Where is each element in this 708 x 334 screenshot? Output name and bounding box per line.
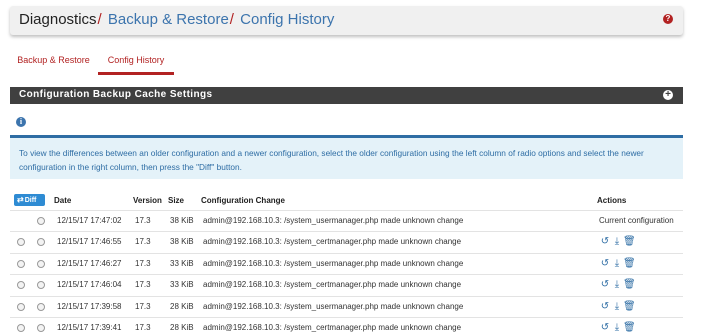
table-row: 12/15/17 17:47:02 17.3 38 KiB admin@192.…: [10, 210, 683, 231]
breadcrumb-separator: /: [229, 11, 234, 28]
tab-config-history[interactable]: Config History: [98, 47, 174, 75]
plus-circle-icon[interactable]: +: [663, 90, 673, 100]
trash-icon[interactable]: 🗑: [623, 258, 636, 269]
column-header-actions: Actions: [597, 196, 627, 205]
row-date: 12/15/17 17:47:02: [57, 216, 122, 225]
row-actions: ↺ ⤓ 🗑: [599, 236, 636, 247]
newer-config-radio[interactable]: [37, 238, 45, 247]
table-row: 12/15/17 17:39:58 17.3 28 KiB admin@192.…: [10, 295, 683, 317]
tab-bar: Backup & Restore Config History: [10, 47, 683, 75]
current-configuration-label: Current configuration: [599, 216, 674, 225]
exchange-icon: ⇄: [17, 195, 24, 204]
newer-config-radio[interactable]: [37, 302, 45, 311]
table-row: 12/15/17 17:39:41 17.3 28 KiB admin@192.…: [10, 316, 683, 334]
info-text: To view the differences between an older…: [19, 148, 644, 172]
column-header-version: Version: [133, 196, 162, 205]
table-row: 12/15/17 17:46:55 17.3 38 KiB admin@192.…: [10, 231, 683, 252]
row-date: 12/15/17 17:39:41: [57, 322, 122, 332]
row-change: admin@192.168.10.3: /system_certmanager.…: [203, 322, 462, 332]
revert-icon[interactable]: ↺: [599, 258, 611, 269]
row-version: 17.3: [135, 237, 151, 247]
info-circle-icon[interactable]: i: [16, 117, 26, 127]
revert-icon[interactable]: ↺: [599, 236, 611, 247]
newer-config-radio[interactable]: [37, 259, 45, 268]
table-row: 12/15/17 17:46:04 17.3 33 KiB admin@192.…: [10, 274, 683, 295]
newer-config-radio[interactable]: [37, 281, 45, 290]
revert-icon[interactable]: ↺: [599, 279, 611, 290]
breadcrumb-backup-restore[interactable]: Backup & Restore: [108, 11, 229, 28]
breadcrumb: Diagnostics/ Backup & Restore/ Config Hi…: [19, 11, 334, 28]
newer-config-radio[interactable]: [37, 323, 45, 332]
trash-icon[interactable]: 🗑: [623, 301, 636, 312]
revert-icon[interactable]: ↺: [599, 322, 611, 333]
trash-icon[interactable]: 🗑: [623, 279, 636, 290]
row-date: 12/15/17 17:39:58: [57, 301, 122, 311]
breadcrumb-config-history[interactable]: Config History: [240, 11, 334, 28]
row-size: 28 KiB: [170, 322, 194, 332]
download-icon[interactable]: ⤓: [611, 279, 623, 290]
row-actions: ↺ ⤓ 🗑: [599, 279, 636, 290]
row-size: 28 KiB: [170, 301, 194, 311]
column-header-size: Size: [168, 196, 185, 205]
row-change: admin@192.168.10.3: /system_certmanager.…: [203, 237, 462, 247]
row-version: 17.3: [135, 280, 151, 290]
download-icon[interactable]: ⤓: [611, 322, 623, 333]
row-change: admin@192.168.10.3: /system_certmanager.…: [203, 280, 462, 290]
row-version: 17.3: [135, 216, 151, 225]
info-alert: To view the differences between an older…: [10, 135, 683, 179]
breadcrumb-separator: /: [97, 11, 102, 28]
breadcrumb-panel: Diagnostics/ Backup & Restore/ Config Hi…: [10, 6, 683, 35]
question-circle-icon[interactable]: ?: [663, 14, 673, 24]
row-size: 33 KiB: [170, 280, 194, 290]
table-header: ⇄Diff Date Version Size Configuration Ch…: [10, 190, 683, 210]
column-header-date: Date: [54, 196, 72, 205]
row-actions: ↺ ⤓ 🗑: [599, 322, 636, 333]
older-config-radio[interactable]: [17, 323, 25, 332]
trash-icon[interactable]: 🗑: [623, 236, 636, 247]
trash-icon[interactable]: 🗑: [623, 322, 636, 333]
older-config-radio[interactable]: [17, 238, 25, 247]
breadcrumb-diagnostics: Diagnostics: [19, 11, 97, 28]
table-row: 12/15/17 17:46:27 17.3 33 KiB admin@192.…: [10, 252, 683, 274]
row-version: 17.3: [135, 301, 151, 311]
older-config-radio[interactable]: [17, 302, 25, 311]
row-change: admin@192.168.10.3: /system_usermanager.…: [203, 301, 464, 311]
row-size: 33 KiB: [170, 258, 194, 268]
older-config-radio[interactable]: [17, 259, 25, 268]
diff-button-label: Diff: [24, 197, 37, 204]
download-icon[interactable]: ⤓: [611, 236, 623, 247]
row-version: 17.3: [135, 258, 151, 268]
download-icon[interactable]: ⤓: [611, 258, 623, 269]
revert-icon[interactable]: ↺: [599, 301, 611, 312]
diff-button[interactable]: ⇄Diff: [14, 194, 45, 206]
row-date: 12/15/17 17:46:55: [57, 237, 122, 247]
row-actions: ↺ ⤓ 🗑: [599, 258, 636, 269]
row-size: 38 KiB: [170, 216, 194, 225]
newer-config-radio[interactable]: [37, 217, 45, 225]
older-config-radio[interactable]: [17, 281, 25, 290]
row-size: 38 KiB: [170, 237, 194, 247]
download-icon[interactable]: ⤓: [611, 301, 623, 312]
row-date: 12/15/17 17:46:04: [57, 280, 122, 290]
section-header: Configuration Backup Cache Settings +: [10, 87, 683, 104]
row-actions: ↺ ⤓ 🗑: [599, 301, 636, 312]
row-date: 12/15/17 17:46:27: [57, 258, 122, 268]
config-history-table: 12/15/17 17:47:02 17.3 38 KiB admin@192.…: [10, 210, 683, 334]
column-header-change: Configuration Change: [201, 196, 285, 205]
row-change: admin@192.168.10.3: /system_usermanager.…: [203, 216, 464, 225]
section-title: Configuration Backup Cache Settings: [19, 89, 213, 100]
row-change: admin@192.168.10.3: /system_usermanager.…: [203, 258, 464, 268]
row-version: 17.3: [135, 322, 151, 332]
tab-backup-restore[interactable]: Backup & Restore: [10, 47, 97, 75]
